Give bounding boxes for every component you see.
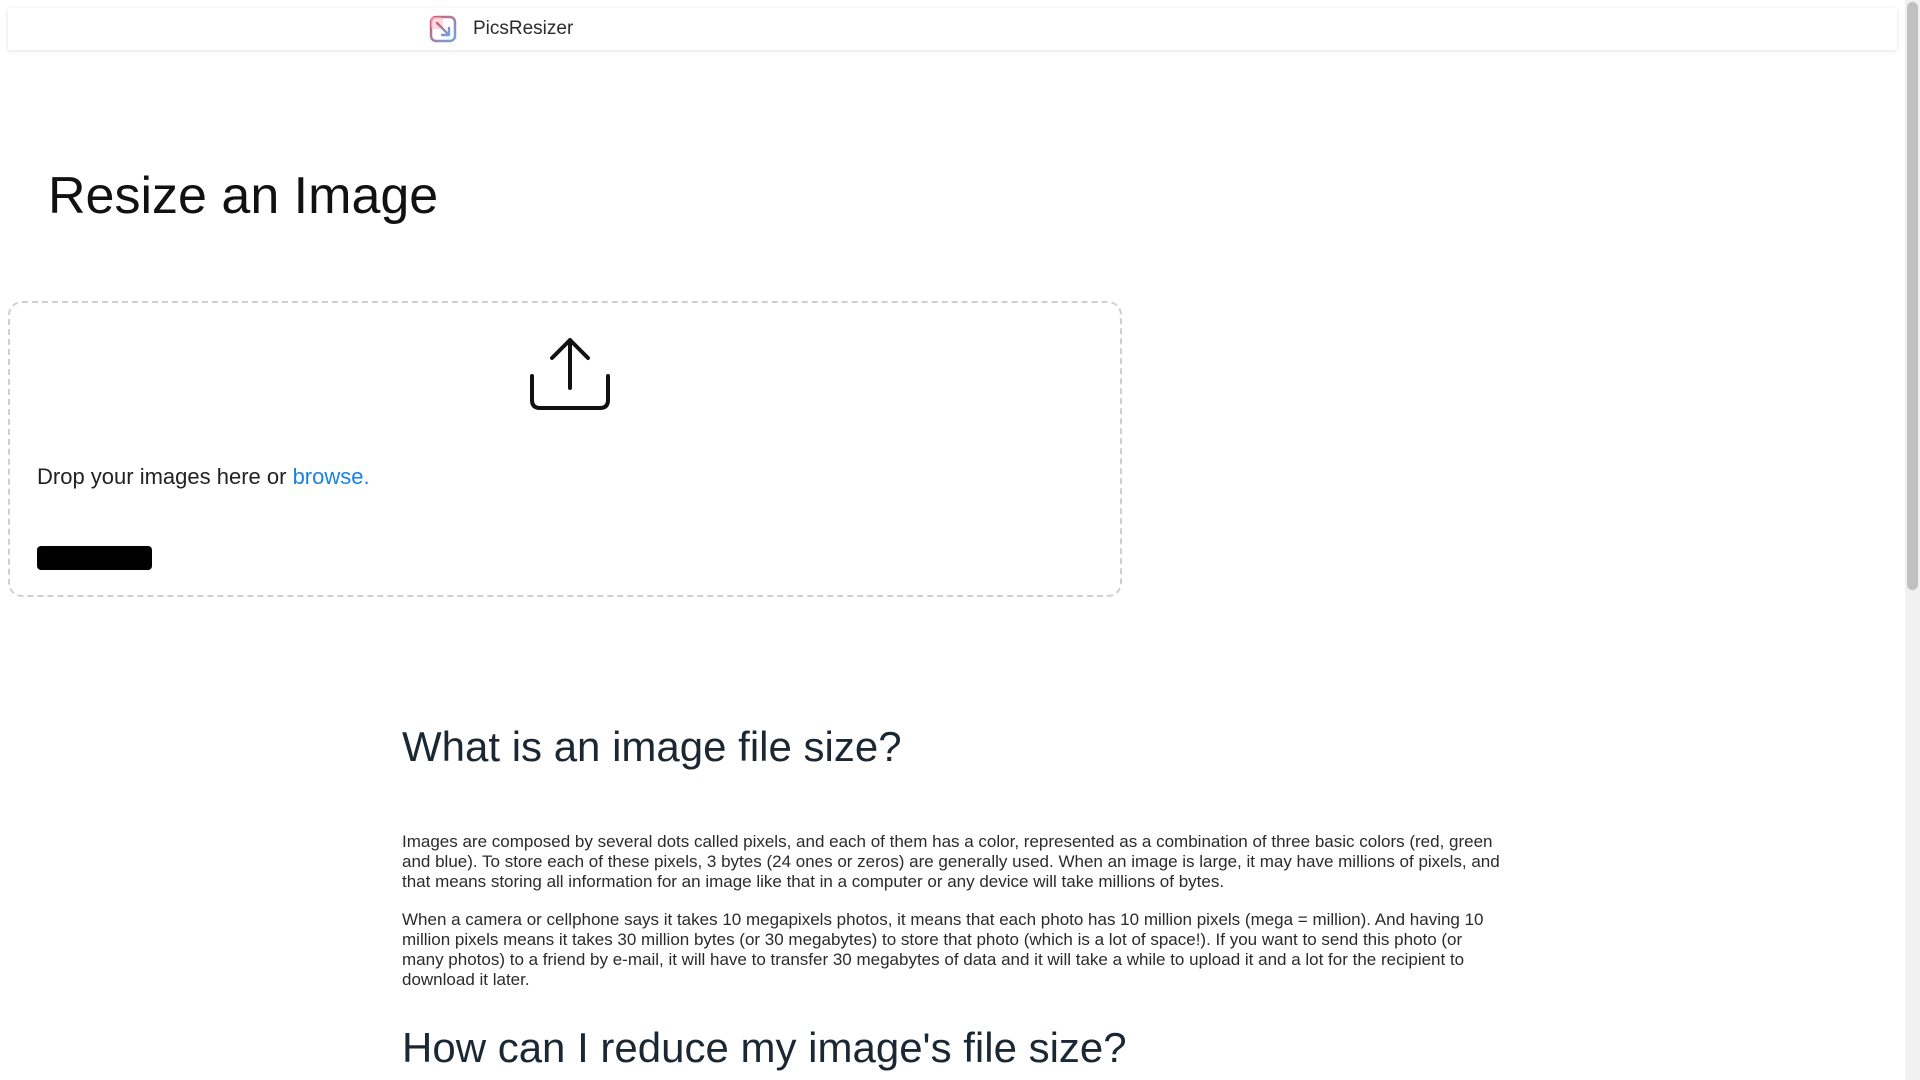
article-paragraph-1: Images are composed by several dots call… xyxy=(402,832,1500,891)
image-dropzone[interactable]: Drop your images here or browse. xyxy=(8,301,1122,597)
brand-name: PicsResizer xyxy=(473,18,574,39)
brand-home-link[interactable]: PicsResizer xyxy=(428,8,573,50)
article-paragraph-2: When a camera or cellphone says it takes… xyxy=(402,910,1484,989)
page-title: Resize an Image xyxy=(48,167,439,225)
top-navbar: PicsResizer xyxy=(8,8,1897,50)
scrollbar-thumb[interactable] xyxy=(1907,2,1918,590)
resize-arrow-icon xyxy=(428,14,458,44)
upload-icon xyxy=(528,336,612,412)
page: PicsResizer Resize an Image Drop your im… xyxy=(0,0,1920,1080)
upload-button[interactable] xyxy=(37,546,152,570)
browse-link[interactable]: browse. xyxy=(293,464,370,489)
vertical-scrollbar[interactable] xyxy=(1905,0,1920,1080)
drop-instructions: Drop your images here or browse. xyxy=(37,463,370,491)
drop-text: Drop your images here or xyxy=(37,464,293,489)
section-heading-file-size: What is an image file size? xyxy=(402,723,902,770)
section-heading-reduce-size: How can I reduce my image's file size? xyxy=(402,1024,1127,1071)
